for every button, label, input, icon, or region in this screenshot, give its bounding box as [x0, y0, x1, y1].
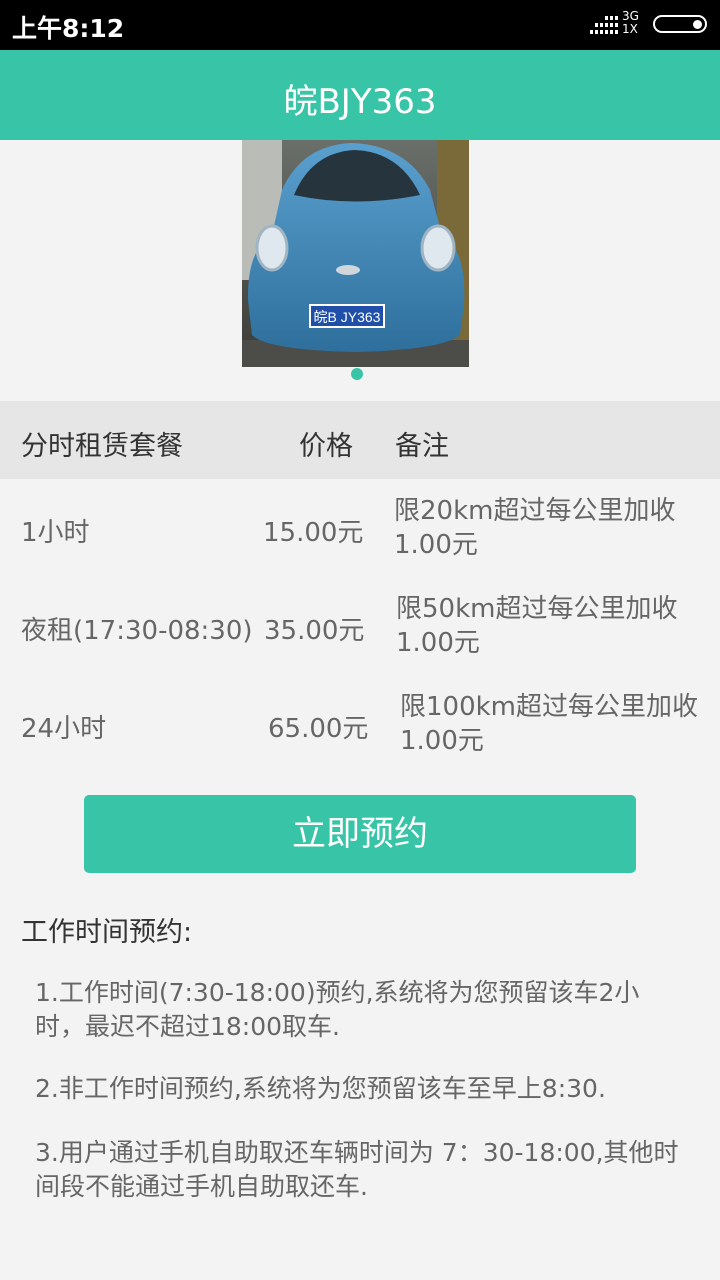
row-note: 限100km超过每公里加收 1.00元	[400, 690, 698, 758]
row-package: 夜租(17:30-08:30)	[21, 616, 253, 646]
battery-icon	[653, 15, 707, 33]
status-bar: 上午8:12 3G 1X	[0, 0, 720, 50]
table-row: 24小时 65.00元 限100km超过每公里加收 1.00元	[0, 676, 720, 774]
pricing-table-header: 分时租赁套餐 价格 备注	[0, 401, 720, 479]
row-price: 35.00元	[264, 616, 365, 646]
row-note: 限20km超过每公里加收 1.00元	[394, 494, 675, 562]
row-note-line1: 限100km超过每公里加收	[400, 692, 699, 722]
carousel-indicator-dot[interactable]	[351, 368, 363, 380]
header-price: 价格	[299, 431, 353, 462]
rule-item: 2.非工作时间预约,系统将为您预留该车至早上8:30.	[35, 1074, 606, 1103]
row-price: 65.00元	[268, 714, 369, 744]
car-photo-image: 皖B JY363	[242, 140, 469, 367]
sim-indicator: 1X	[622, 22, 638, 36]
app-bar: 皖BJY363	[0, 50, 720, 140]
header-note: 备注	[395, 431, 449, 462]
rule-item: 1.工作时间(7:30-18:00)预约,系统将为您预留该车2小时，最迟不超过1…	[35, 978, 640, 1041]
row-package: 1小时	[21, 518, 90, 548]
row-price: 15.00元	[263, 518, 364, 548]
signal-icon	[590, 16, 618, 34]
rules-title: 工作时间预约:	[21, 917, 193, 948]
row-package: 24小时	[21, 714, 107, 744]
table-row: 夜租(17:30-08:30) 35.00元 限50km超过每公里加收 1.00…	[0, 578, 720, 676]
row-note-line2: 1.00元	[394, 530, 478, 560]
row-note: 限50km超过每公里加收 1.00元	[396, 592, 677, 660]
car-photo[interactable]: 皖B JY363	[242, 140, 469, 367]
network-indicator: 3G 1X	[622, 10, 639, 36]
table-row: 1小时 15.00元 限20km超过每公里加收 1.00元	[0, 480, 720, 578]
license-plate: 皖B JY363	[314, 309, 381, 325]
status-time: 上午8:12	[12, 14, 125, 43]
book-now-button[interactable]: 立即预约	[84, 795, 636, 873]
row-note-line1: 限50km超过每公里加收	[396, 594, 678, 624]
row-note-line2: 1.00元	[400, 726, 484, 756]
row-note-line1: 限20km超过每公里加收	[394, 496, 676, 526]
header-package: 分时租赁套餐	[21, 431, 183, 462]
rule-item: 3.用户通过手机自助取还车辆时间为 7：30-18:00,其他时间段不能通过手机…	[35, 1138, 679, 1201]
row-note-line2: 1.00元	[396, 628, 480, 658]
page-title: 皖BJY363	[283, 82, 437, 122]
